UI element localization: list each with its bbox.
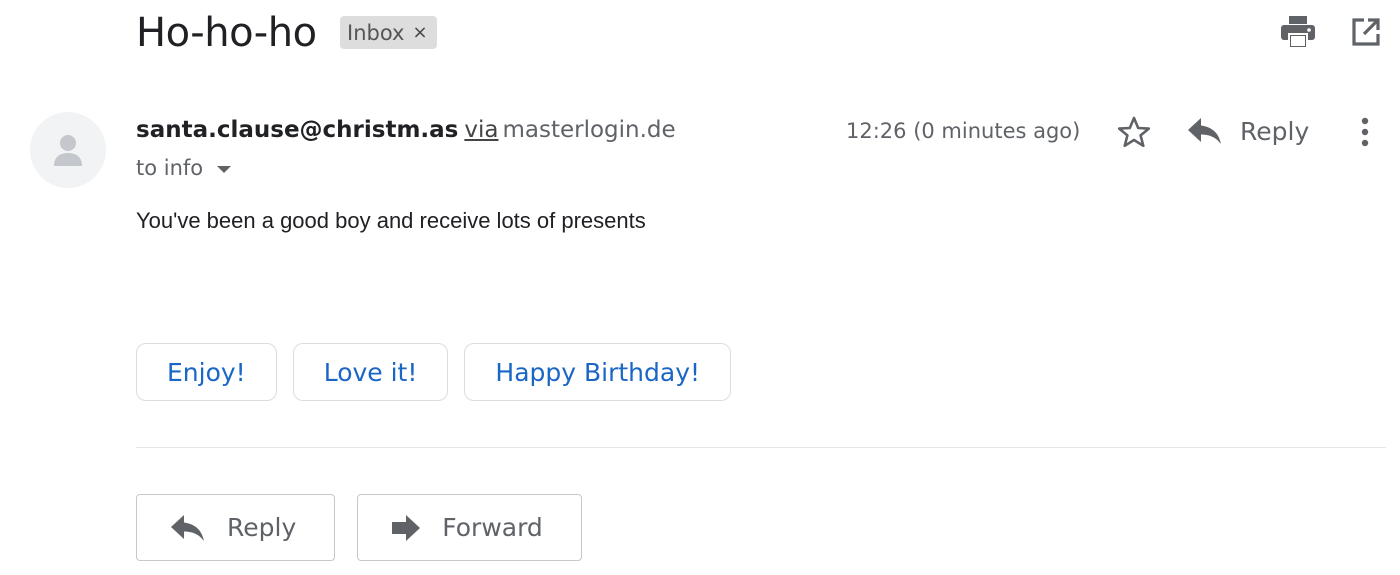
reply-header-button[interactable]: Reply [1188, 110, 1309, 152]
email-timestamp: 12:26 (0 minutes ago) [846, 119, 1081, 143]
smart-reply-enjoy[interactable]: Enjoy! [136, 343, 277, 401]
email-body: You've been a good boy and receive lots … [136, 208, 646, 233]
email-view: Ho-ho-ho Inbox × santa.clause@christm.as… [0, 0, 1400, 575]
recipient-text: to info [136, 156, 204, 180]
sender-email[interactable]: santa.clause@christm.as [136, 117, 458, 143]
reply-icon [1188, 118, 1221, 144]
reply-header-label: Reply [1240, 116, 1310, 146]
remove-label-icon[interactable]: × [412, 22, 427, 43]
divider [136, 447, 1386, 448]
via-link[interactable]: via [464, 117, 498, 143]
recipient-line: to info [136, 154, 232, 182]
sender-avatar[interactable] [30, 112, 106, 188]
forward-button[interactable]: Forward [357, 494, 582, 561]
show-details-chevron-down-icon[interactable] [217, 165, 232, 173]
forward-icon [392, 514, 421, 541]
smart-replies: Enjoy! Love it! Happy Birthday! [136, 343, 732, 401]
sender-line: santa.clause@christm.as via masterlogin.de [136, 114, 676, 146]
email-actions: Reply Forward [136, 494, 582, 561]
person-icon [54, 135, 82, 166]
reply-icon [171, 514, 204, 541]
email-subject: Ho-ho-ho [136, 10, 317, 56]
smart-reply-love-it[interactable]: Love it! [292, 343, 449, 401]
print-icon[interactable] [1280, 14, 1316, 50]
reply-button-label: Reply [227, 513, 297, 542]
forward-button-label: Forward [442, 513, 543, 542]
star-icon[interactable] [1114, 112, 1154, 152]
label-text: Inbox [347, 20, 405, 45]
reply-button[interactable]: Reply [136, 494, 336, 561]
inbox-label-chip[interactable]: Inbox × [340, 16, 437, 49]
smart-reply-happy-birthday[interactable]: Happy Birthday! [464, 343, 732, 401]
open-in-new-window-icon[interactable] [1348, 14, 1384, 50]
more-vert-icon[interactable] [1348, 112, 1382, 152]
via-domain: masterlogin.de [502, 117, 676, 143]
